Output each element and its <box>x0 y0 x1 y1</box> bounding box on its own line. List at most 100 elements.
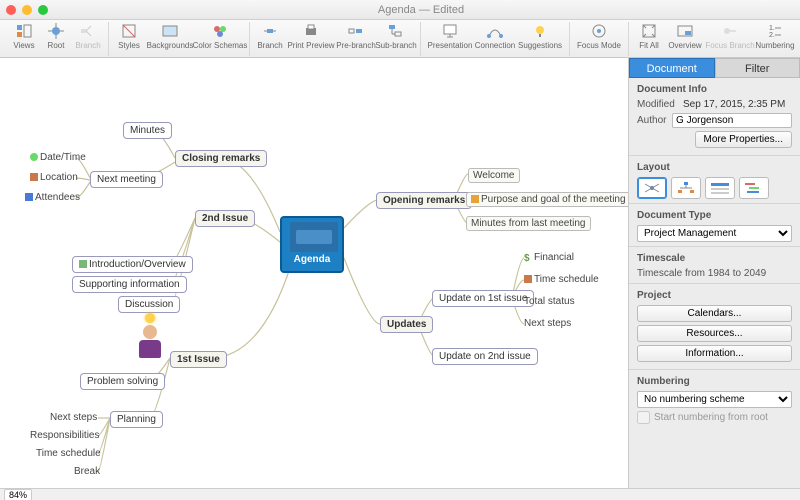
heading-project: Project <box>637 290 792 301</box>
connection-button[interactable]: Connection <box>475 22 515 56</box>
fit-all-button[interactable]: Fit All <box>633 22 665 56</box>
presentation-button[interactable]: Presentation <box>425 22 475 56</box>
section-document-type: Document Type Project Management <box>629 204 800 247</box>
heading-layout: Layout <box>637 162 792 173</box>
layout-orgchart-button[interactable] <box>705 177 735 199</box>
document-type-select[interactable]: Project Management <box>637 225 792 242</box>
node-1st-issue[interactable]: 1st Issue <box>170 351 227 368</box>
leaf-location[interactable]: Location <box>30 172 78 183</box>
window-controls[interactable] <box>6 5 48 15</box>
hourglass-icon <box>524 275 532 283</box>
svg-text:1.: 1. <box>769 25 775 32</box>
people-icon <box>25 193 33 201</box>
print-preview-button[interactable]: Print Preview <box>286 22 336 56</box>
more-properties-button[interactable]: More Properties... <box>695 131 792 148</box>
node-problem-solving[interactable]: Problem solving <box>80 373 165 390</box>
tab-document[interactable]: Document <box>629 58 715 78</box>
section-timescale: Timescale Timescale from 1984 to 2049 <box>629 247 800 284</box>
node-update-1st[interactable]: Update on 1st issue <box>432 290 534 307</box>
node-intro-overview[interactable]: Introduction/Overview <box>72 256 193 273</box>
overview-button[interactable]: Overview <box>665 22 705 56</box>
mindmap-canvas[interactable]: Agenda Closing remarks Minutes Next meet… <box>0 58 628 488</box>
heading-document-info: Document Info <box>637 84 792 95</box>
section-numbering: Numbering No numbering scheme Start numb… <box>629 370 800 428</box>
node-closing-minutes[interactable]: Minutes <box>123 122 172 139</box>
leaf-datetime[interactable]: Date/Time <box>30 152 86 163</box>
label-author: Author <box>637 115 672 126</box>
meeting-image-icon <box>290 222 338 252</box>
leaf-prev-minutes[interactable]: Minutes from last meeting <box>466 216 591 231</box>
node-supporting-info[interactable]: Supporting information <box>72 276 187 293</box>
zoom-window-icon[interactable] <box>38 5 48 15</box>
minimize-window-icon[interactable] <box>22 5 32 15</box>
value-modified: Sep 17, 2015, 2:35 PM <box>683 99 792 110</box>
node-closing-remarks[interactable]: Closing remarks <box>175 150 267 167</box>
sub-branch-button[interactable]: Sub-branch <box>376 22 416 56</box>
heading-timescale: Timescale <box>637 253 792 264</box>
leaf-next-steps-2[interactable]: Next steps <box>524 318 571 329</box>
styles-button[interactable]: Styles <box>113 22 145 56</box>
inspector-panel: Document Filter Document Info ModifiedSe… <box>628 58 800 488</box>
node-planning[interactable]: Planning <box>110 411 163 428</box>
section-document-info: Document Info ModifiedSep 17, 2015, 2:35… <box>629 78 800 156</box>
author-input[interactable] <box>672 113 792 128</box>
node-opening-remarks[interactable]: Opening remarks <box>376 192 472 209</box>
leaf-attendees[interactable]: Attendees <box>25 192 80 203</box>
leaf-next-steps-1[interactable]: Next steps <box>50 412 97 423</box>
information-button[interactable]: Information... <box>637 345 792 362</box>
leaf-total-status[interactable]: Total status <box>524 296 575 307</box>
calendars-button[interactable]: Calendars... <box>637 305 792 322</box>
layout-gantt-button[interactable] <box>739 177 769 199</box>
resources-button[interactable]: Resources... <box>637 325 792 342</box>
layout-mindmap-button[interactable] <box>637 177 667 199</box>
node-updates[interactable]: Updates <box>380 316 433 333</box>
close-window-icon[interactable] <box>6 5 16 15</box>
focus-branch-button[interactable]: Focus Branch <box>705 22 755 56</box>
section-project: Project Calendars... Resources... Inform… <box>629 284 800 370</box>
node-discussion[interactable]: Discussion <box>118 296 180 313</box>
titlebar: Agenda — Edited <box>0 0 800 20</box>
tab-filter[interactable]: Filter <box>715 58 800 78</box>
home-icon <box>30 173 38 181</box>
node-update-2nd[interactable]: Update on 2nd issue <box>432 348 538 365</box>
leaf-time-schedule-2[interactable]: Time schedule <box>524 274 599 285</box>
branch2-button[interactable]: Branch <box>254 22 286 56</box>
node-root[interactable]: Agenda <box>280 216 344 273</box>
pre-branch-button[interactable]: Pre-branch <box>336 22 376 56</box>
heading-document-type: Document Type <box>637 210 792 221</box>
note-icon <box>79 260 87 268</box>
numbering-root-label: Start numbering from root <box>654 412 768 423</box>
status-bar: 84% <box>0 488 800 500</box>
numbering-button[interactable]: 1.2.Numbering <box>755 22 795 56</box>
leaf-welcome[interactable]: Welcome <box>468 168 520 183</box>
leaf-responsibilities[interactable]: Responsibilities <box>30 430 99 441</box>
timescale-text: Timescale from 1984 to 2049 <box>637 268 792 279</box>
section-layout: Layout <box>629 156 800 204</box>
dollar-icon: $ <box>524 253 532 261</box>
zoom-level[interactable]: 84% <box>4 489 32 500</box>
thinker-image-icon <box>135 313 165 353</box>
suggestions-button[interactable]: Suggestions <box>515 22 565 56</box>
clock-icon <box>30 153 38 161</box>
heading-numbering: Numbering <box>637 376 792 387</box>
backgrounds-button[interactable]: Backgrounds <box>145 22 195 56</box>
views-button[interactable]: Views <box>8 22 40 56</box>
leaf-time-schedule-1[interactable]: Time schedule <box>36 448 101 459</box>
numbering-root-checkbox[interactable] <box>637 411 650 424</box>
leaf-break[interactable]: Break <box>74 466 100 477</box>
color-schemas-button[interactable]: Color Schemas <box>195 22 245 56</box>
branch-button[interactable]: Branch <box>72 22 104 56</box>
leaf-purpose[interactable]: Purpose and goal of the meeting <box>466 192 628 207</box>
focus-mode-button[interactable]: Focus Mode <box>574 22 624 56</box>
label-modified: Modified <box>637 99 683 110</box>
window-title: Agenda — Edited <box>48 4 794 16</box>
toolbar: Views Root Branch Styles Backgrounds Col… <box>0 20 800 58</box>
leaf-financial[interactable]: $Financial <box>524 252 574 263</box>
node-2nd-issue[interactable]: 2nd Issue <box>195 210 255 227</box>
root-button[interactable]: Root <box>40 22 72 56</box>
node-next-meeting[interactable]: Next meeting <box>90 171 163 188</box>
layout-tree-button[interactable] <box>671 177 701 199</box>
numbering-scheme-select[interactable]: No numbering scheme <box>637 391 792 408</box>
svg-text:2.: 2. <box>769 32 775 39</box>
warning-icon <box>471 195 479 203</box>
